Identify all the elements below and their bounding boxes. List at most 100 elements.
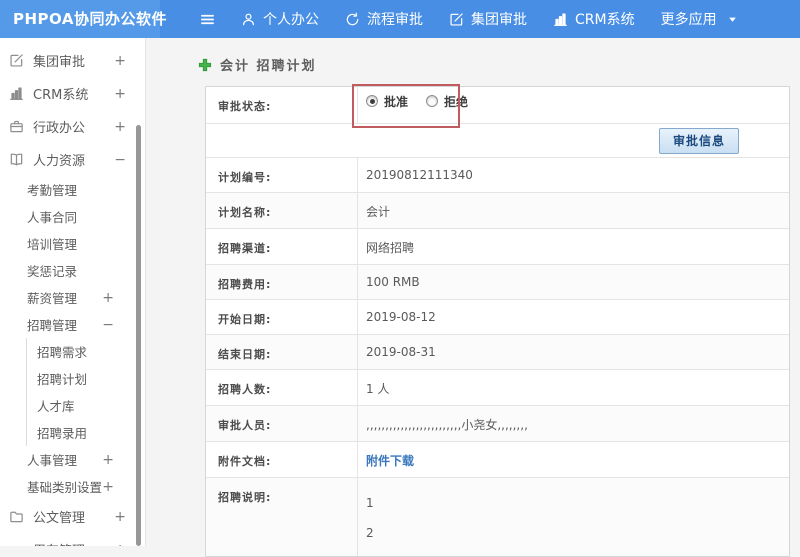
field-label: 招聘人数: (206, 370, 358, 405)
field-value: 2019-08-31 (366, 345, 436, 359)
folder-icon (9, 509, 25, 524)
expand-icon: + (102, 478, 114, 495)
car-icon (9, 542, 25, 546)
sidebar-item-17[interactable]: 用车管理 + (0, 533, 145, 547)
field-label: 计划名称: (206, 193, 358, 228)
radio-option-label: 拒绝 (444, 94, 469, 109)
menu-icon[interactable] (200, 12, 215, 27)
radio-unchecked-icon[interactable] (426, 95, 439, 107)
briefcase-icon (9, 119, 25, 134)
expand-icon: + (114, 52, 126, 69)
app-logo[interactable]: PHPOA协同办公软件 (0, 0, 167, 38)
table-row: 附件文档: 附件下载 (206, 442, 789, 478)
edit-icon (9, 53, 25, 68)
field-value: 1 人 (366, 382, 390, 396)
sidebar-item-1[interactable]: CRM系统 + (0, 77, 145, 110)
sidebar-item-label: 人事合同 (27, 210, 78, 225)
top-nav: 个人办公 流程审批 集团审批 CRM系统 更多应用 (241, 9, 763, 29)
attachment-download-link[interactable]: 附件下载 (366, 454, 414, 468)
approval-status-row: 审批状态: 批准 拒绝 (206, 87, 789, 124)
sidebar-item-3[interactable]: 人力资源 − (0, 143, 145, 176)
expand-icon: + (114, 508, 126, 525)
sidebar-item-6[interactable]: 培训管理 (0, 230, 145, 257)
book-icon (9, 152, 25, 167)
field-label: 结束日期: (206, 335, 358, 369)
field-value: 20190812111340 (366, 168, 473, 182)
sidebar-item-8[interactable]: 薪资管理 + (0, 284, 145, 311)
sidebar-item-4[interactable]: 考勤管理 (0, 176, 145, 203)
nav-item-label: 个人办公 (263, 12, 319, 28)
approval-radio-group: 批准 拒绝 (358, 87, 789, 123)
field-value-line: 1 (366, 496, 374, 510)
main-content: 会计 招聘计划 审批状态: 批准 拒绝 审批信息 计划编号: 20190812111… (146, 38, 800, 557)
nav-item-1[interactable]: 流程审批 (345, 9, 423, 29)
sidebar-item-label: 公文管理 (33, 511, 86, 526)
radio-option-1[interactable]: 拒绝 (426, 93, 468, 110)
sidebar-scrollbar-thumb[interactable] (136, 125, 141, 546)
sidebar-item-11[interactable]: 招聘计划 (26, 365, 145, 392)
caret-down-icon (728, 15, 737, 24)
nav-item-label: 集团审批 (471, 12, 527, 28)
sidebar-item-label: 行政办公 (33, 121, 86, 136)
field-label: 招聘费用: (206, 265, 358, 299)
table-row: 结束日期: 2019-08-31 (206, 335, 789, 370)
sidebar-item-10[interactable]: 招聘需求 (26, 338, 145, 365)
table-row: 招聘费用: 100 RMB (206, 265, 789, 300)
body-row: 集团审批 + CRM系统 + 行政办公 + 人力资源 − 考勤管理 人事合同 培训管理 奖惩记录 薪资管… (0, 38, 800, 557)
sidebar-item-5[interactable]: 人事合同 (0, 203, 145, 230)
detail-table: 审批状态: 批准 拒绝 审批信息 计划编号: 20190812111340 计划名称:… (205, 84, 790, 557)
sidebar-item-0[interactable]: 集团审批 + (0, 44, 145, 77)
field-label: 审批人员: (206, 406, 358, 441)
field-value: 100 RMB (366, 275, 420, 289)
collapse-icon: − (102, 316, 114, 333)
field-label: 计划编号: (206, 158, 358, 192)
nav-item-0[interactable]: 个人办公 (241, 9, 319, 29)
page-title: 会计 招聘计划 (220, 59, 317, 74)
sidebar-item-13[interactable]: 招聘录用 (26, 419, 145, 446)
sidebar-item-9[interactable]: 招聘管理 − (0, 311, 145, 338)
radio-option-0[interactable]: 批准 (366, 93, 408, 110)
user-icon (241, 12, 256, 27)
field-value: 12 (358, 478, 789, 556)
nav-item-3[interactable]: CRM系统 (553, 9, 635, 29)
sidebar-item-7[interactable]: 奖惩记录 (0, 257, 145, 284)
sidebar-item-14[interactable]: 人事管理 + (0, 446, 145, 473)
app-window: PHPOA协同办公软件 个人办公 流程审批 集团审批 CRM系统 更多应用 集团审批 + C… (0, 0, 800, 557)
expand-icon: + (114, 543, 126, 547)
field-value: 会计 (366, 205, 391, 219)
add-icon[interactable] (198, 58, 212, 72)
nav-item-label: CRM系统 (575, 12, 635, 28)
sidebar: 集团审批 + CRM系统 + 行政办公 + 人力资源 − 考勤管理 人事合同 培训管理 奖惩记录 薪资管… (0, 38, 146, 546)
nav-item-2[interactable]: 集团审批 (449, 9, 527, 29)
sidebar-item-label: 人事管理 (27, 453, 78, 468)
sidebar-item-15[interactable]: 基础类别设置 + (0, 473, 145, 500)
sidebar-item-label: 人才库 (37, 399, 75, 414)
table-row: 开始日期: 2019-08-12 (206, 300, 789, 335)
radio-checked-icon[interactable] (366, 95, 378, 107)
approval-info-button[interactable]: 审批信息 (658, 127, 739, 154)
topbar: PHPOA协同办公软件 个人办公 流程审批 集团审批 CRM系统 更多应用 (0, 0, 800, 38)
field-value-line: 2 (366, 526, 374, 540)
sidebar-item-label: 奖惩记录 (27, 264, 78, 279)
field-value: 2019-08-12 (366, 310, 436, 324)
table-row: 招聘说明: 1 2 (206, 478, 789, 556)
field-label: 招聘说明: (206, 478, 358, 556)
expand-icon: + (114, 118, 126, 135)
bar-chart-icon (9, 86, 25, 101)
sidebar-item-label: 人力资源 (33, 154, 86, 169)
sidebar-item-label: 考勤管理 (27, 183, 78, 198)
sidebar-item-12[interactable]: 人才库 (26, 392, 145, 419)
field-value: ,,,,,,,,,,,,,,,,,,,,,,,,,小尧女,,,,,,,, (366, 418, 528, 432)
sidebar-item-2[interactable]: 行政办公 + (0, 110, 145, 143)
sidebar-item-label: 招聘需求 (37, 345, 88, 360)
edit-icon (449, 12, 464, 27)
nav-item-label: 流程审批 (367, 12, 423, 28)
sidebar-item-16[interactable]: 公文管理 + (0, 500, 145, 533)
nav-item-4[interactable]: 更多应用 (661, 9, 737, 29)
expand-icon: + (102, 289, 114, 306)
sidebar-item-label: 用车管理 (33, 540, 85, 546)
table-row: 计划名称: 会计 (206, 193, 789, 229)
field-label: 审批状态: (206, 87, 358, 123)
sidebar-item-label: CRM系统 (33, 88, 89, 103)
table-row: 招聘人数: 1 人 (206, 370, 789, 406)
